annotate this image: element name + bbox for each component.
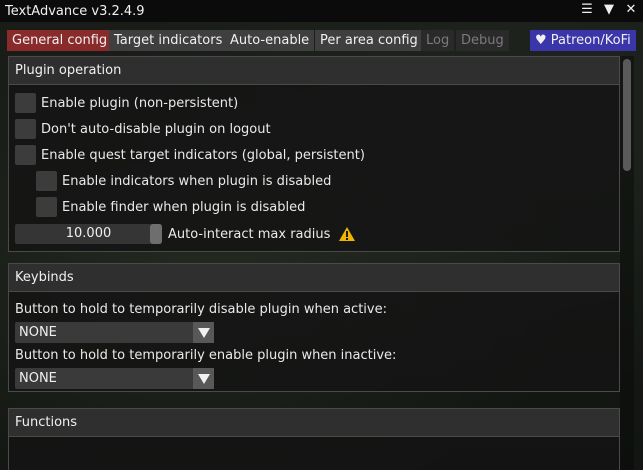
chevron-down-icon[interactable] [193,322,214,343]
option-label: Enable finder when plugin is disabled [62,199,306,215]
section-plugin-operation: Plugin operation Enable plugin (non-pers… [8,56,620,252]
tab-per-area-config[interactable]: Per area config [315,30,423,51]
option-quest-target-indicators[interactable]: Enable quest target indicators (global, … [15,144,365,166]
option-label: Enable quest target indicators (global, … [41,147,365,163]
collapse-icon[interactable]: ▼ [601,2,617,18]
tab-debug[interactable]: Debug [456,30,509,51]
checkbox[interactable] [15,93,36,113]
combo-value: NONE [19,325,57,340]
menu-icon[interactable]: ☰ [579,2,595,18]
tab-target-indicators[interactable]: Target indicators [109,30,228,51]
section-header-keybinds[interactable]: Keybinds [9,264,619,292]
disable-keybind-select[interactable]: NONE [15,322,214,343]
option-finder-when-disabled[interactable]: Enable finder when plugin is disabled [36,196,305,218]
combo-value: NONE [19,371,57,386]
tab-bar: General config Target indicators Auto-en… [7,30,637,51]
chevron-down-icon[interactable] [193,368,214,389]
option-label: Enable plugin (non-persistent) [41,95,239,111]
tab-auto-enable[interactable]: Auto-enable [225,30,315,51]
option-indicators-when-disabled[interactable]: Enable indicators when plugin is disable… [36,170,331,192]
enable-keybind-label: Button to hold to temporarily enable plu… [15,348,397,363]
tab-log[interactable]: Log [421,30,455,51]
auto-interact-radius-row: 10.000 Auto-interact max radius [15,223,356,245]
option-label: Enable indicators when plugin is disable… [62,173,332,189]
window-title: TextAdvance v3.2.4.9 [5,3,145,19]
checkbox[interactable] [15,119,36,139]
option-label: Don't auto-disable plugin on logout [41,121,271,137]
section-header-functions[interactable]: Functions [9,409,619,437]
option-no-auto-disable-logout[interactable]: Don't auto-disable plugin on logout [15,118,271,140]
slider-value: 10.000 [65,226,112,241]
checkbox[interactable] [36,171,57,191]
tab-general-config[interactable]: General config [7,30,113,51]
section-functions: Functions [8,408,620,470]
title-controls: ☰ ▼ ✕ [579,2,639,18]
checkbox[interactable] [36,197,57,217]
slider-grab-handle[interactable] [150,224,162,244]
scrollbar-thumb[interactable] [623,59,631,171]
tab-patreon-kofi[interactable]: ♥ Patreon/KoFi [530,30,636,51]
enable-keybind-select[interactable]: NONE [15,368,214,389]
settings-scroll-area: Plugin operation Enable plugin (non-pers… [8,56,620,470]
auto-interact-radius-slider[interactable]: 10.000 [15,224,162,244]
section-keybinds: Keybinds Button to hold to temporarily d… [8,263,620,392]
title-bar[interactable]: TextAdvance v3.2.4.9 ☰ ▼ ✕ [0,0,643,22]
vertical-scrollbar[interactable] [620,56,634,470]
slider-label: Auto-interact max radius [168,226,331,242]
section-header-plugin-operation[interactable]: Plugin operation [9,57,619,85]
checkbox[interactable] [15,145,36,165]
warning-icon[interactable] [338,226,356,242]
close-icon[interactable]: ✕ [623,2,639,18]
disable-keybind-label: Button to hold to temporarily disable pl… [15,302,387,317]
option-enable-plugin[interactable]: Enable plugin (non-persistent) [15,92,238,114]
textadvance-window: TextAdvance v3.2.4.9 ☰ ▼ ✕ General confi… [0,0,643,470]
